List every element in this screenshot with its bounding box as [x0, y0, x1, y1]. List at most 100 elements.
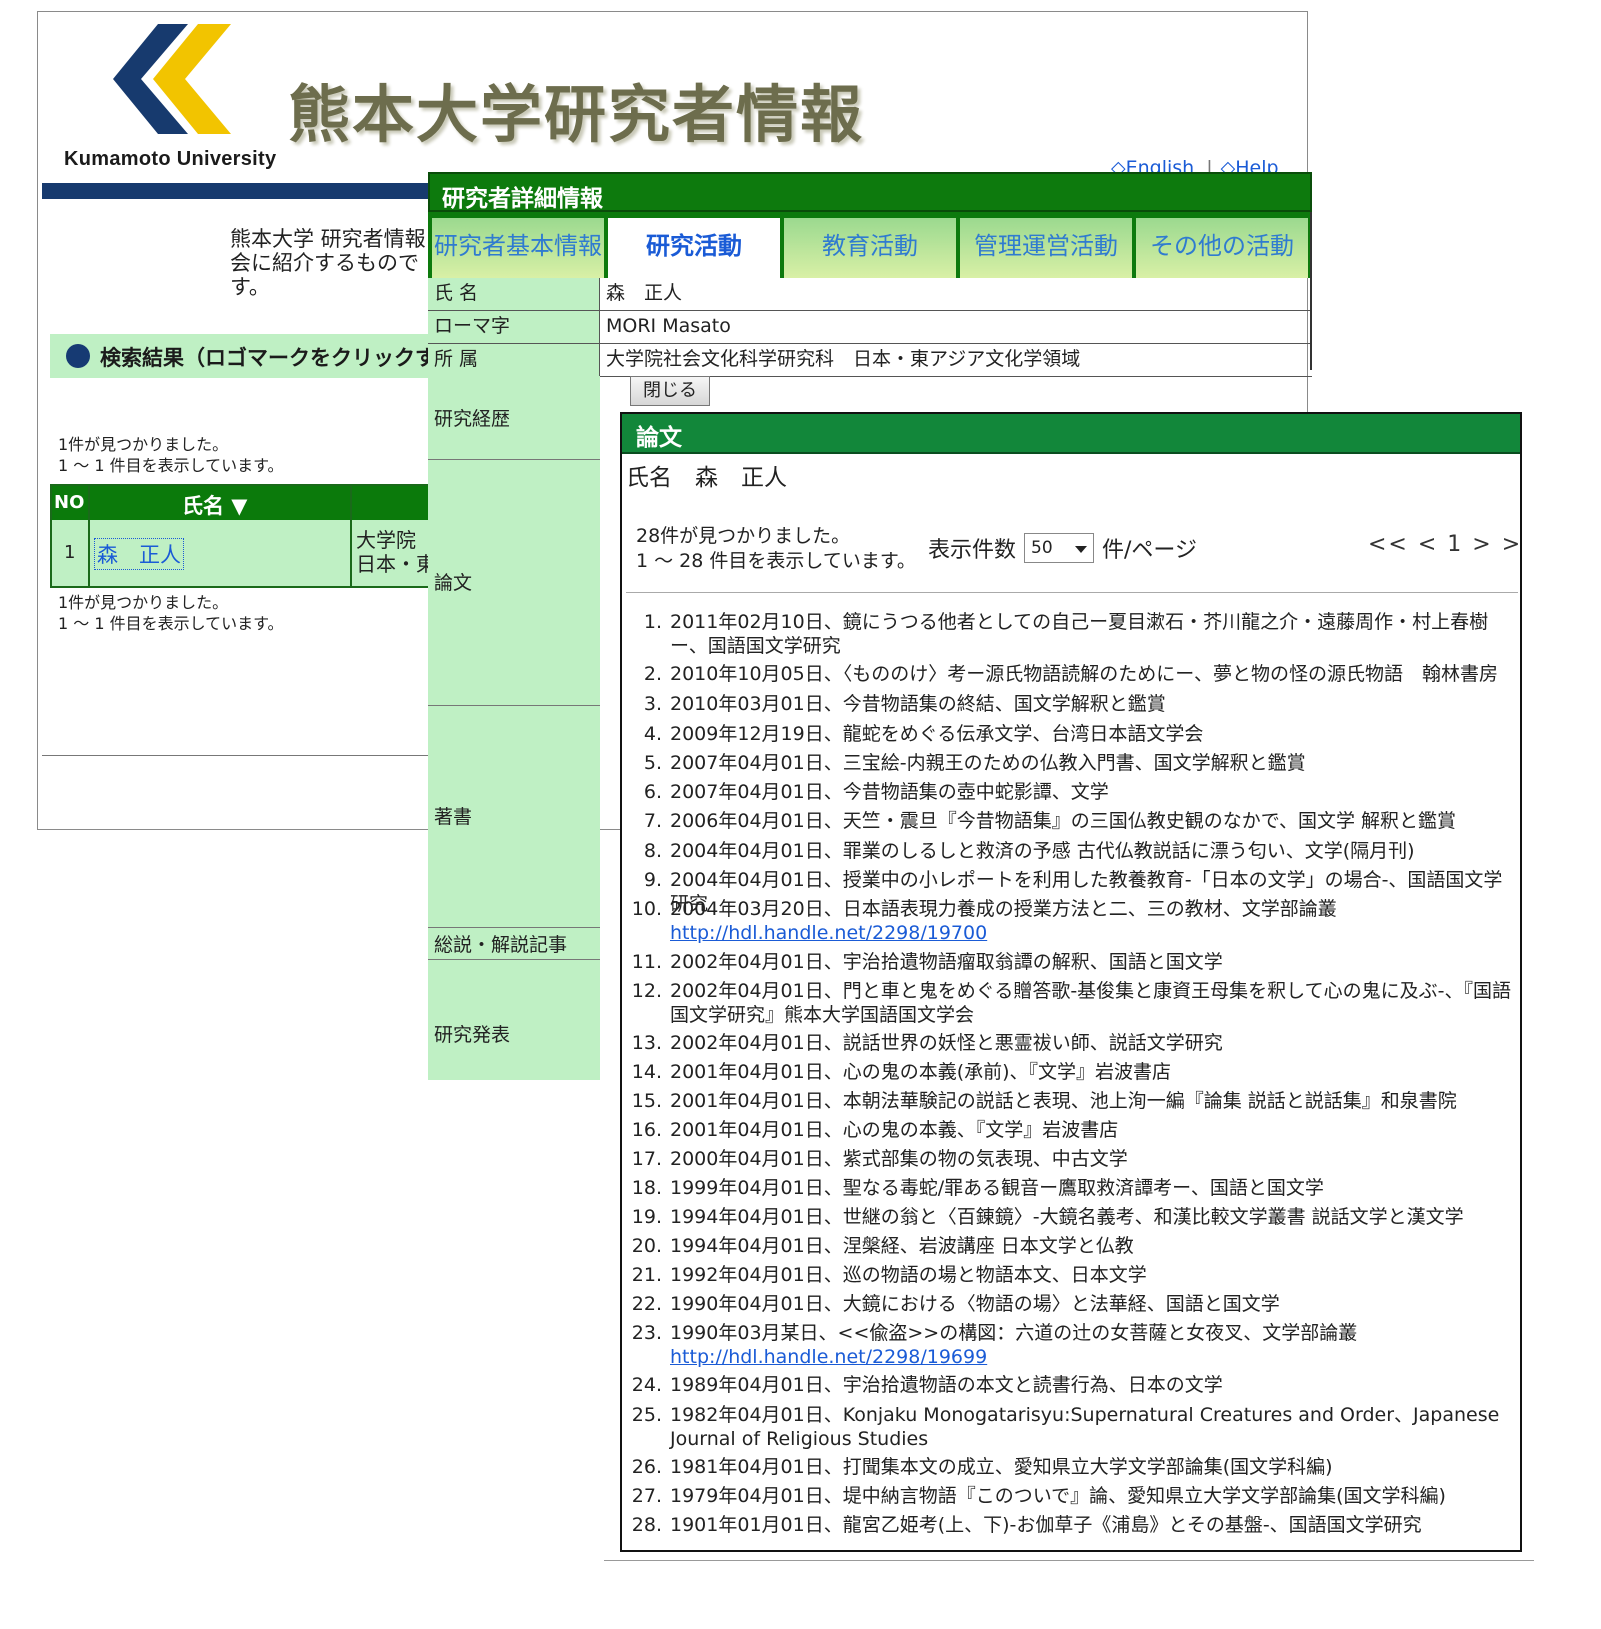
per-page-suffix: 件/ページ: [1102, 538, 1197, 563]
category-books[interactable]: 著書: [428, 706, 600, 928]
paper-title: 1990年03月某日、<<偸盗>>の構図：六道の辻の女菩薩と女夜叉、文学部論叢: [670, 1322, 1358, 1344]
results-header: 検索結果（ロゴマークをクリックする: [50, 334, 457, 378]
col-no: NO: [54, 492, 85, 513]
paper-text: 2007年04月01日、今昔物語集の壺中蛇影譚、文学: [670, 780, 1514, 804]
paper-title: 1994年04月01日、涅槃経、岩波講座 日本文学と仏教: [670, 1235, 1134, 1257]
column-divider: [88, 486, 90, 586]
paper-number: 20.: [631, 1235, 662, 1257]
paper-number: 19.: [631, 1206, 662, 1228]
paper-number: 6.: [643, 781, 662, 803]
tab-basic-info[interactable]: 研究者基本情報: [432, 218, 604, 278]
paper-title: 1994年04月01日、世継の翁と〈百錬鏡〉‐大鏡名義考、和漢比較文学叢書 説話…: [670, 1206, 1464, 1228]
tab-education[interactable]: 教育活動: [784, 218, 956, 278]
paper-text: 2001年04月01日、本朝法華験記の説話と表現、池上洵一編『論集 説話と説話集…: [670, 1089, 1514, 1113]
university-name: Kumamoto University: [64, 148, 277, 170]
tab-research[interactable]: 研究活動: [608, 218, 780, 278]
paper-text: 2002年04月01日、宇治拾遺物語瘤取翁譚の解釈、国語と国文学: [670, 950, 1514, 974]
paper-text: 1979年04月01日、堤中納言物語『このついで』論、愛知県立大学文学部論集(国…: [670, 1484, 1514, 1508]
paper-number: 23.: [631, 1322, 662, 1344]
paper-number: 18.: [631, 1177, 662, 1199]
per-page-control: 表示件数 50 件/ページ: [928, 532, 1197, 564]
paper-title: 2001年04月01日、心の鬼の本義(承前)、『文学』岩波書店: [670, 1061, 1172, 1083]
per-page-select[interactable]: 50: [1024, 533, 1095, 563]
col-name-sort[interactable]: 氏名 ▼: [182, 490, 247, 520]
table-row: 1 森 正人 大学院 日本・東: [52, 520, 452, 586]
paper-text: 2004年03月20日、日本語表現力養成の授業方法と二、三の教材、文学部論叢 ht…: [670, 897, 1514, 945]
paper-number: 5.: [643, 752, 662, 774]
field-label: 所 属: [428, 344, 600, 376]
paper-title: 2002年04月01日、門と車と鬼をめぐる贈答歌‐基俊集と康資王母集を釈して心の…: [670, 980, 1511, 1026]
tab-other[interactable]: その他の活動: [1136, 218, 1308, 278]
field-value: 大学院社会文化科学研究科 日本・東アジア文化学領域: [606, 348, 1081, 370]
paper-number: 28.: [631, 1514, 662, 1536]
paper-text: 2010年10月05日、〈もののけ〉考ー源氏物語読解のためにー、夢と物の怪の源氏…: [670, 662, 1514, 686]
paper-number: 16.: [631, 1119, 662, 1141]
category-reviews[interactable]: 総説・解説記事: [428, 928, 600, 960]
header-bar: [42, 183, 442, 199]
paper-number: 12.: [631, 980, 662, 1002]
tab-bar: 研究者基本情報 研究活動 教育活動 管理運営活動 その他の活動: [428, 212, 1312, 278]
paper-title: 1981年04月01日、打聞集本文の成立、愛知県立大学文学部論集(国文学科編): [670, 1456, 1333, 1478]
paper-title: 1901年01月01日、龍宮乙姫考(上、下)‐お伽草子《浦島》とその基盤‐、国語…: [670, 1514, 1422, 1536]
chevron-down-icon: [1075, 546, 1088, 553]
paper-title: 1990年04月01日、大鏡における〈物語の場〉と法華経、国語と国文学: [670, 1293, 1280, 1315]
paper-number: 25.: [631, 1404, 662, 1426]
paper-title: 2000年04月01日、紫式部集の物の気表現、中古文学: [670, 1148, 1128, 1170]
paper-title: 1992年04月01日、巡の物語の場と物語本文、日本文学: [670, 1264, 1147, 1286]
category-presentations[interactable]: 研究発表: [428, 960, 600, 1080]
paper-text: 1994年04月01日、世継の翁と〈百錬鏡〉‐大鏡名義考、和漢比較文学叢書 説話…: [670, 1205, 1514, 1229]
paper-text: 1982年04月01日、Konjaku Monogatarisyu:Supern…: [670, 1403, 1514, 1451]
paper-number: 14.: [631, 1061, 662, 1083]
paper-text: 2001年04月01日、心の鬼の本義、『文学』岩波書店: [670, 1118, 1514, 1142]
paper-text: 1994年04月01日、涅槃経、岩波講座 日本文学と仏教: [670, 1234, 1514, 1258]
paper-number: 3.: [643, 693, 662, 715]
paper-title: 2011年02月10日、鏡にうつる他者としての自己ー夏目漱石・芥川龍之介・遠藤周…: [670, 611, 1489, 657]
papers-window: 論文 氏名 森 正人 28件が見つかりました。 1 ～ 28 件目を表示していま…: [620, 412, 1522, 1552]
tab-management[interactable]: 管理運営活動: [960, 218, 1132, 278]
paper-number: 9.: [643, 869, 662, 891]
column-divider: [350, 486, 352, 586]
paper-title: 1999年04月01日、聖なる毒蛇/罪ある観音ー鷹取救済譚考ー、国語と国文学: [670, 1177, 1324, 1199]
field-value: MORI Masato: [606, 315, 731, 337]
field-row-name: 氏 名 森 正人: [428, 278, 1312, 311]
papers-title-bar: 論文: [622, 414, 1520, 454]
paper-text: 2007年04月01日、三宝絵‐内親王のための仏教入門書、国文学解釈と鑑賞: [670, 751, 1514, 775]
paper-text: 2009年12月19日、龍蛇をめぐる伝承文学、台湾日本語文学会: [670, 722, 1514, 746]
paper-title: 2001年04月01日、心の鬼の本義、『文学』岩波書店: [670, 1119, 1119, 1141]
paper-handle-link[interactable]: http://hdl.handle.net/2298/19699: [670, 1345, 1514, 1369]
paper-title: 2006年04月01日、天竺・震旦『今昔物語集』の三国仏教史観のなかで、国文学 …: [670, 810, 1456, 832]
paper-text: 1990年03月某日、<<偸盗>>の構図：六道の辻の女菩薩と女夜叉、文学部論叢 h…: [670, 1321, 1514, 1369]
result-count-bottom: 1件が見つかりました。 1 ～ 1 件目を表示しています。: [58, 593, 284, 633]
paper-text: 1999年04月01日、聖なる毒蛇/罪ある観音ー鷹取救済譚考ー、国語と国文学: [670, 1176, 1514, 1200]
paper-title: 2007年04月01日、三宝絵‐内親王のための仏教入門書、国文学解釈と鑑賞: [670, 752, 1306, 774]
paper-title: 2007年04月01日、今昔物語集の壺中蛇影譚、文学: [670, 781, 1109, 803]
footer-divider: [42, 755, 442, 756]
paper-text: 2000年04月01日、紫式部集の物の気表現、中古文学: [670, 1147, 1514, 1171]
paper-text: 2002年04月01日、説話世界の妖怪と悪霊祓い師、説話文学研究: [670, 1031, 1514, 1055]
paper-number: 26.: [631, 1456, 662, 1478]
paper-number: 17.: [631, 1148, 662, 1170]
paper-text: 1901年01月01日、龍宮乙姫考(上、下)‐お伽草子《浦島》とその基盤‐、国語…: [670, 1513, 1514, 1537]
paper-handle-link[interactable]: http://hdl.handle.net/2298/19700: [670, 921, 1514, 945]
paper-text: 2001年04月01日、心の鬼の本義(承前)、『文学』岩波書店: [670, 1060, 1514, 1084]
paper-title: 2010年10月05日、〈もののけ〉考ー源氏物語読解のためにー、夢と物の怪の源氏…: [670, 663, 1499, 685]
results-table: NO 氏名 ▼ 1 森 正人 大学院 日本・東: [50, 484, 454, 588]
page-bottom-line: [604, 1560, 1534, 1561]
paper-number: 22.: [631, 1293, 662, 1315]
pagination[interactable]: << < 1 > >>: [1368, 532, 1520, 557]
paper-text: 1981年04月01日、打聞集本文の成立、愛知県立大学文学部論集(国文学科編): [670, 1455, 1514, 1479]
kumamoto-logo-icon[interactable]: [113, 24, 233, 134]
paper-title: 2010年03月01日、今昔物語集の終結、国文学解釈と鑑賞: [670, 693, 1166, 715]
close-button[interactable]: 閉じる: [630, 376, 710, 406]
category-research-history[interactable]: 研究経歴: [428, 376, 600, 460]
list-divider: [626, 592, 1518, 593]
field-row-romaji: ローマ字 MORI Masato: [428, 311, 1312, 344]
detail-title-bar: 研究者詳細情報: [428, 172, 1312, 212]
paper-number: 1.: [643, 611, 662, 633]
paper-number: 24.: [631, 1374, 662, 1396]
row-number: 1: [64, 542, 76, 563]
category-papers[interactable]: 論文: [428, 460, 600, 706]
paper-number: 13.: [631, 1032, 662, 1054]
paper-number: 21.: [631, 1264, 662, 1286]
researcher-name-link[interactable]: 森 正人: [94, 538, 184, 570]
